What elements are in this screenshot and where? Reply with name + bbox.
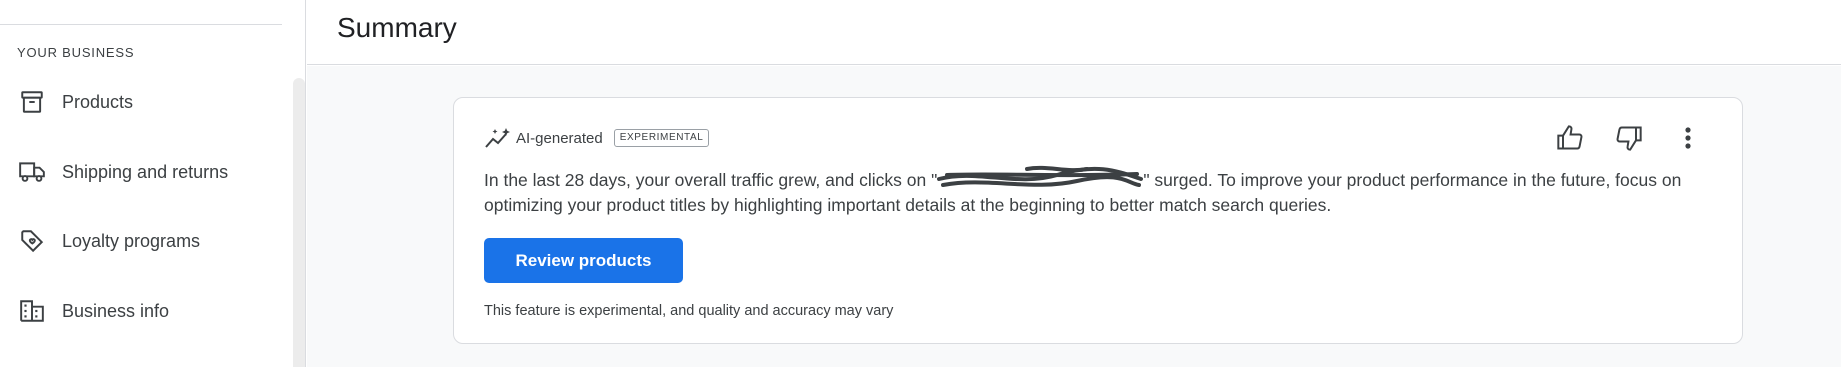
thumb-up-button[interactable] (1550, 122, 1590, 158)
ai-summary-text: In the last 28 days, your overall traffi… (484, 165, 1714, 218)
app-root: YOUR BUSINESS Products Shipping and retu… (0, 0, 1841, 367)
page-title: Summary (337, 12, 457, 43)
sidebar-item-label: Business info (62, 300, 170, 321)
tag-heart-icon (18, 227, 46, 255)
sidebar-item-products[interactable]: Products (0, 74, 290, 130)
sidebar-item-shipping[interactable]: Shipping and returns (0, 144, 290, 200)
archive-box-icon (18, 88, 46, 116)
sidebar-item-label: Products (62, 91, 134, 112)
ai-generated-row: AI-generated EXPERIMENTAL (484, 126, 710, 150)
disclaimer-text: This feature is experimental, and qualit… (484, 303, 894, 319)
sidebar-divider (0, 24, 282, 25)
sidebar-item-loyalty[interactable]: Loyalty programs (0, 213, 290, 269)
ai-generated-label: AI-generated (516, 129, 603, 147)
thumb-up-icon (1555, 124, 1585, 157)
redacted-scribble (937, 165, 1144, 189)
ai-summary-card: AI-generated EXPERIMENTAL In the last 28… (453, 97, 1743, 344)
truck-icon (18, 158, 46, 186)
more-vert-icon (1684, 126, 1692, 155)
thumb-down-icon (1614, 124, 1644, 157)
section-heading: YOUR BUSINESS (17, 45, 135, 60)
review-products-button[interactable]: Review products (484, 238, 683, 283)
sidebar-scrollbar[interactable] (293, 78, 305, 367)
feedback-actions (1531, 122, 1708, 158)
more-options-button[interactable] (1668, 122, 1708, 158)
sidebar: YOUR BUSINESS Products Shipping and retu… (0, 0, 306, 367)
building-icon (18, 297, 46, 325)
thumb-down-button[interactable] (1609, 122, 1649, 158)
summary-text-before: In the last 28 days, your overall traffi… (484, 170, 938, 190)
page-header: Summary (307, 0, 1841, 65)
sidebar-item-business-info[interactable]: Business info (0, 283, 290, 339)
sidebar-item-label: Shipping and returns (62, 161, 229, 182)
experimental-badge: EXPERIMENTAL (613, 129, 710, 147)
sparkle-chart-icon (484, 126, 514, 150)
main-content: AI-generated EXPERIMENTAL In the last 28… (307, 66, 1841, 367)
sidebar-item-label: Loyalty programs (62, 230, 201, 251)
